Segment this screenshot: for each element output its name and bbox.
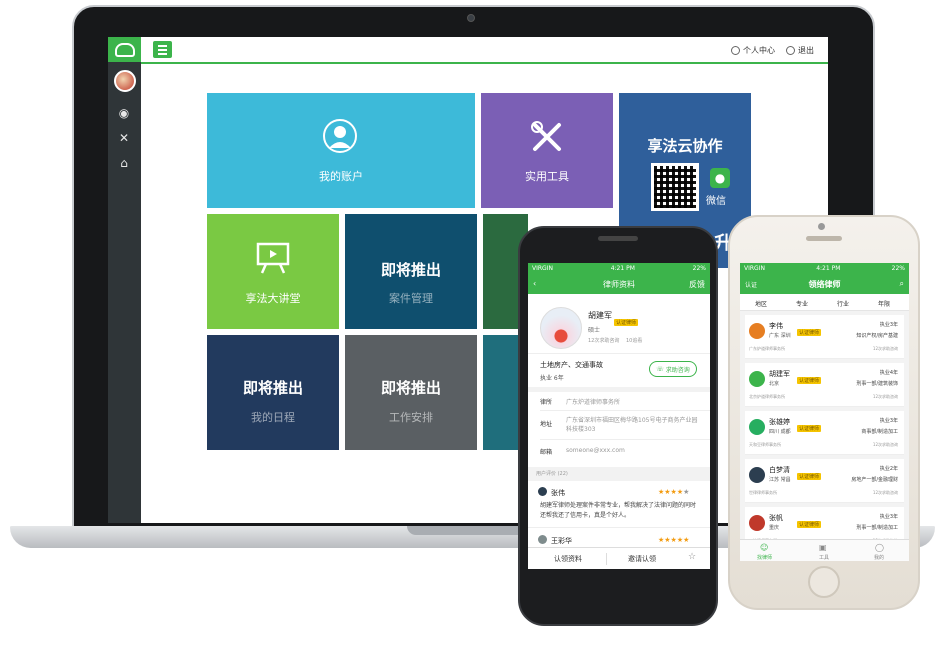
tile-lecture[interactable]: 享法大讲堂 <box>207 214 339 329</box>
tile-case-management[interactable]: 即将推出 案件管理 <box>345 214 477 329</box>
feedback-button[interactable]: 反馈 <box>689 279 705 290</box>
tile-work-arrangement[interactable]: 即将推出 工作安排 <box>345 335 477 450</box>
android-statusbar: VIRGIN 4:21 PM 22% <box>528 263 710 274</box>
profile-link[interactable]: 个人中心 <box>731 45 775 56</box>
list-item[interactable]: 胡建军 认证律师 执业4年 北京 刑事一部/建筑装饰 北京炉道律师事务所 12次求助咨询 <box>745 363 904 407</box>
desktop-app: ◉ ✕ ⌂ 个人中心 退出 我的账户 实用工具 享法云协作 ● 微信 享法大讲堂… <box>108 37 828 523</box>
verified-badge: 认证律师 <box>614 319 639 326</box>
tab-tools[interactable]: 工具 <box>819 554 829 561</box>
list-item[interactable]: 张雄婷 认证律师 执业3年 四川 成都 商事部/制造加工 天和豆律师事务所 12次求助咨询 <box>745 411 904 455</box>
practice-years: 执业 6年 <box>540 375 564 382</box>
iphone-navbar: 认证 领络律师 ⌕ <box>740 274 909 294</box>
reviewer-avatar <box>538 535 547 544</box>
lawyer-list: 李伟 认证律师 执业3年 广东 深圳 知识产权/房产基建 广东炉道律师事务所 12次求助咨询… <box>740 311 909 551</box>
page-title: 律师资料 <box>603 280 635 289</box>
avatar <box>749 323 765 339</box>
qr-code <box>651 163 699 211</box>
search-icon[interactable]: ⌕ <box>900 279 904 289</box>
app-topbar: 个人中心 退出 <box>141 37 828 64</box>
android-screen: VIRGIN 4:21 PM 22% ‹ 律师资料 反馈 胡建军 认证律师 硕士… <box>528 263 710 569</box>
user-circle-icon <box>323 119 357 153</box>
product-mockup: ◉ ✕ ⌂ 个人中心 退出 我的账户 实用工具 享法云协作 ● 微信 享法大讲堂… <box>0 0 949 647</box>
phone-icon: ☏ <box>656 365 664 373</box>
tools-icon[interactable]: ✕ <box>116 130 132 146</box>
wrench-screwdriver-icon <box>531 121 561 151</box>
avatar <box>749 371 765 387</box>
consult-button[interactable]: ☏ 求助咨询 <box>649 361 697 377</box>
avatar <box>749 467 765 483</box>
claim-button[interactable]: 认领资料 <box>554 554 582 564</box>
app-logo[interactable] <box>108 37 141 62</box>
avatar <box>749 419 765 435</box>
reviewer-avatar <box>538 487 547 496</box>
avatar[interactable] <box>114 70 136 92</box>
invite-button[interactable]: 邀请认领 <box>628 554 656 564</box>
menu-button[interactable] <box>153 41 172 58</box>
laptop-camera <box>467 14 475 22</box>
iphone-speaker <box>806 236 842 241</box>
lawyer-name: 胡建军 <box>588 311 612 320</box>
tile-tools[interactable]: 实用工具 <box>481 93 613 208</box>
filter-years[interactable]: 年限 <box>878 299 890 308</box>
iphone-statusbar: VIRGIN 4:21 PM 22% <box>740 263 909 274</box>
android-speaker <box>598 236 638 241</box>
iphone-home-button[interactable] <box>808 566 840 598</box>
rating-stars: ★★★★★ <box>658 488 690 496</box>
tab-find-lawyer[interactable]: 找律师 <box>757 554 772 561</box>
iphone-screen: VIRGIN 4:21 PM 22% 认证 领络律师 ⌕ 地区 专业 行业 年限… <box>740 263 909 561</box>
user-icon[interactable]: ◯ <box>875 543 884 552</box>
wechat-icon: ● <box>710 168 730 188</box>
specialty: 土地房产、交通事故 <box>540 361 603 369</box>
filter-specialty[interactable]: 专业 <box>796 299 808 308</box>
avatar <box>749 515 765 531</box>
classroom-icon[interactable]: ⌂ <box>116 155 132 171</box>
tile-schedule[interactable]: 即将推出 我的日程 <box>207 335 339 450</box>
lawyer-avatar <box>540 307 582 349</box>
list-item[interactable]: 白梦清 认证律师 执业2年 江苏 常昌 房地产一部/金融理财 世律律师事务所 12次求助咨询 <box>745 459 904 503</box>
rating-stars: ★★★★★ <box>658 536 690 544</box>
reviews-header: 用户评价 (22) <box>536 471 568 477</box>
user-icon[interactable]: ◉ <box>116 105 132 121</box>
android-bottom-bar: 认领资料 邀请认领 ☆ <box>528 547 710 569</box>
star-icon[interactable]: ☆ <box>688 552 696 562</box>
power-icon <box>786 46 795 55</box>
tab-mine[interactable]: 我的 <box>874 554 884 561</box>
toolbox-icon[interactable]: ▣ <box>819 543 827 552</box>
find-lawyer-icon[interactable]: ☺ <box>760 543 768 552</box>
presentation-icon <box>256 242 290 274</box>
app-sidebar: ◉ ✕ ⌂ <box>108 37 141 523</box>
logout-link[interactable]: 退出 <box>786 45 814 56</box>
iphone-tabbar: ☺ 找律师 ▣ 工具 ◯ 我的 <box>740 539 909 561</box>
filter-region[interactable]: 地区 <box>755 299 767 308</box>
page-title: 领络律师 <box>808 280 841 289</box>
list-item[interactable]: 李伟 认证律师 执业3年 广东 深圳 知识产权/房产基建 广东炉道律师事务所 12次求助咨询 <box>745 315 904 359</box>
tile-my-account[interactable]: 我的账户 <box>207 93 475 208</box>
profile-icon <box>731 46 740 55</box>
iphone-camera <box>818 223 825 230</box>
android-navbar: ‹ 律师资料 反馈 <box>528 274 710 294</box>
filter-industry[interactable]: 行业 <box>837 299 849 308</box>
filter-bar: 地区 专业 行业 年限 <box>740 294 909 311</box>
